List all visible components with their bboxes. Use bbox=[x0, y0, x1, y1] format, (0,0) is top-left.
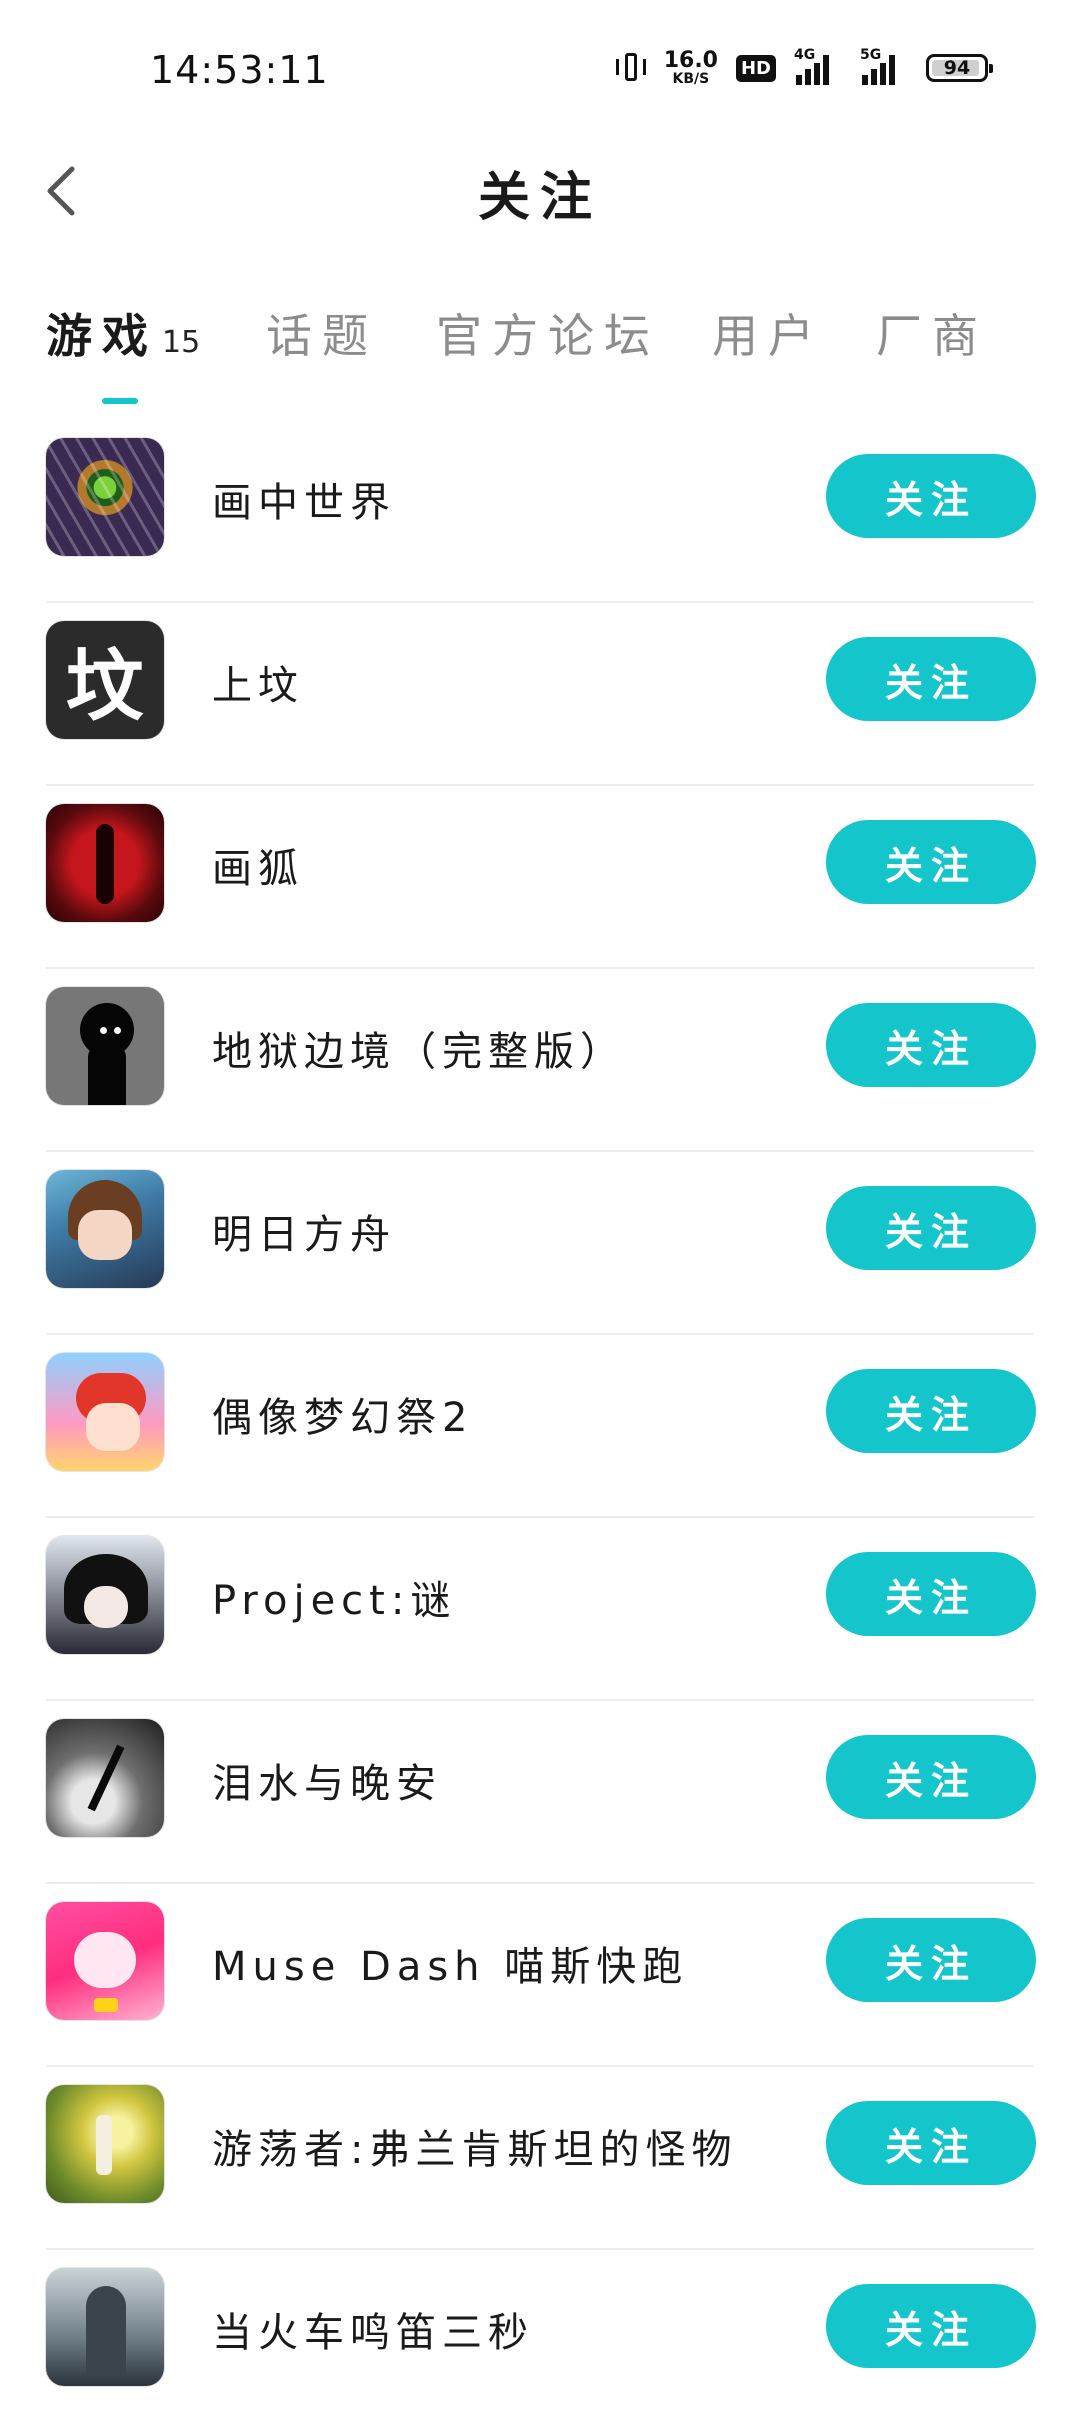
follow-button[interactable]: 关注 bbox=[826, 1003, 1036, 1087]
game-name[interactable]: 偶像梦幻祭2 bbox=[212, 1385, 473, 1443]
tab-users[interactable]: 用户 bbox=[712, 300, 824, 366]
follow-button[interactable]: 关注 bbox=[826, 2101, 1036, 2185]
tab-games-count: 15 bbox=[162, 325, 201, 360]
follow-button[interactable]: 关注 bbox=[826, 2284, 1036, 2368]
game-icon[interactable] bbox=[46, 438, 164, 556]
list-item[interactable]: 画狐 关注 bbox=[0, 786, 1080, 969]
game-icon-text: 坟 bbox=[65, 642, 144, 732]
game-name[interactable]: 上坟 bbox=[212, 653, 304, 711]
hd-voice-icon: HD bbox=[735, 54, 776, 82]
game-icon[interactable] bbox=[46, 2085, 164, 2203]
battery-level: 94 bbox=[943, 57, 971, 79]
battery-icon: 94 bbox=[926, 54, 993, 82]
signal-5g-label: 5G bbox=[860, 47, 882, 63]
list-item[interactable]: 画中世界 关注 bbox=[0, 420, 1080, 603]
tab-users-label: 用户 bbox=[712, 309, 824, 363]
status-icons: 16.0 KB/S HD 4G 5G 94 bbox=[615, 47, 993, 87]
follow-button[interactable]: 关注 bbox=[826, 1918, 1036, 2002]
list-item[interactable]: Muse Dash 喵斯快跑 关注 bbox=[0, 1884, 1080, 2067]
list-item[interactable]: 地狱边境（完整版） 关注 bbox=[0, 969, 1080, 1152]
tab-official-forum-label: 官方论坛 bbox=[436, 309, 660, 363]
game-name[interactable]: Muse Dash 喵斯快跑 bbox=[212, 1934, 688, 1992]
tab-topics-label: 话题 bbox=[266, 309, 378, 363]
followed-games-list: 画中世界 关注 坟 上坟 关注 画狐 关注 地狱边境（完整版） 关注 明日方舟 … bbox=[0, 420, 1080, 2433]
tab-vendors-label: 厂商 bbox=[876, 309, 988, 363]
list-item[interactable]: 坟 上坟 关注 bbox=[0, 603, 1080, 786]
follow-button[interactable]: 关注 bbox=[826, 637, 1036, 721]
follow-button[interactable]: 关注 bbox=[826, 454, 1036, 538]
follow-button[interactable]: 关注 bbox=[826, 1186, 1036, 1270]
game-icon[interactable] bbox=[46, 1536, 164, 1654]
vibrate-icon bbox=[615, 51, 646, 85]
network-speed-value: 16.0 bbox=[663, 48, 718, 73]
list-item[interactable]: Project:谜 关注 bbox=[0, 1518, 1080, 1701]
signal-4g-label: 4G bbox=[794, 47, 816, 63]
list-item[interactable]: 游荡者:弗兰肯斯坦的怪物 关注 bbox=[0, 2067, 1080, 2250]
follow-button[interactable]: 关注 bbox=[826, 1552, 1036, 1636]
list-item[interactable]: 偶像梦幻祭2 关注 bbox=[0, 1335, 1080, 1518]
game-name[interactable]: 画中世界 bbox=[212, 470, 396, 528]
list-item[interactable]: 泪水与晚安 关注 bbox=[0, 1701, 1080, 1884]
follow-button[interactable]: 关注 bbox=[826, 1735, 1036, 1819]
tab-vendors[interactable]: 厂商 bbox=[876, 300, 988, 366]
tab-games-label: 游戏 bbox=[46, 309, 158, 363]
network-speed-unit: KB/S bbox=[672, 71, 710, 87]
game-name[interactable]: 当火车鸣笛三秒 bbox=[212, 2300, 534, 2358]
list-item[interactable]: 当火车鸣笛三秒 关注 bbox=[0, 2250, 1080, 2433]
game-name[interactable]: Project:谜 bbox=[212, 1568, 456, 1626]
game-icon[interactable] bbox=[46, 2268, 164, 2386]
game-name[interactable]: 游荡者:弗兰肯斯坦的怪物 bbox=[212, 2117, 737, 2175]
game-icon[interactable]: 坟 bbox=[46, 621, 164, 739]
status-bar: 14:53:11 16.0 KB/S HD 4G 5G 94 bbox=[0, 0, 1080, 140]
tab-games[interactable]: 游戏 15 bbox=[46, 300, 200, 366]
signal-4g-icon: 4G bbox=[794, 47, 842, 85]
tab-topics[interactable]: 话题 bbox=[266, 300, 378, 366]
follow-button[interactable]: 关注 bbox=[826, 820, 1036, 904]
network-speed: 16.0 KB/S bbox=[663, 48, 718, 87]
game-icon[interactable] bbox=[46, 804, 164, 922]
game-icon[interactable] bbox=[46, 1170, 164, 1288]
game-name[interactable]: 画狐 bbox=[212, 836, 304, 894]
game-icon[interactable] bbox=[46, 1902, 164, 2020]
follow-button[interactable]: 关注 bbox=[826, 1369, 1036, 1453]
game-name[interactable]: 明日方舟 bbox=[212, 1202, 396, 1260]
tab-bar: 游戏 15 话题 官方论坛 用户 厂商 bbox=[0, 300, 1080, 380]
game-name[interactable]: 泪水与晚安 bbox=[212, 1751, 442, 1809]
signal-5g-icon: 5G bbox=[860, 47, 908, 85]
eye-shape bbox=[100, 1027, 107, 1034]
game-icon[interactable] bbox=[46, 1719, 164, 1837]
tab-active-indicator bbox=[102, 398, 138, 404]
game-icon[interactable] bbox=[46, 987, 164, 1105]
eye-shape bbox=[114, 1027, 121, 1034]
page-title: 关注 bbox=[477, 168, 602, 228]
status-time: 14:53:11 bbox=[150, 48, 329, 92]
game-name[interactable]: 地狱边境（完整版） bbox=[212, 1019, 626, 1077]
tab-official-forum[interactable]: 官方论坛 bbox=[436, 300, 660, 366]
list-item[interactable]: 明日方舟 关注 bbox=[0, 1152, 1080, 1335]
game-icon[interactable] bbox=[46, 1353, 164, 1471]
